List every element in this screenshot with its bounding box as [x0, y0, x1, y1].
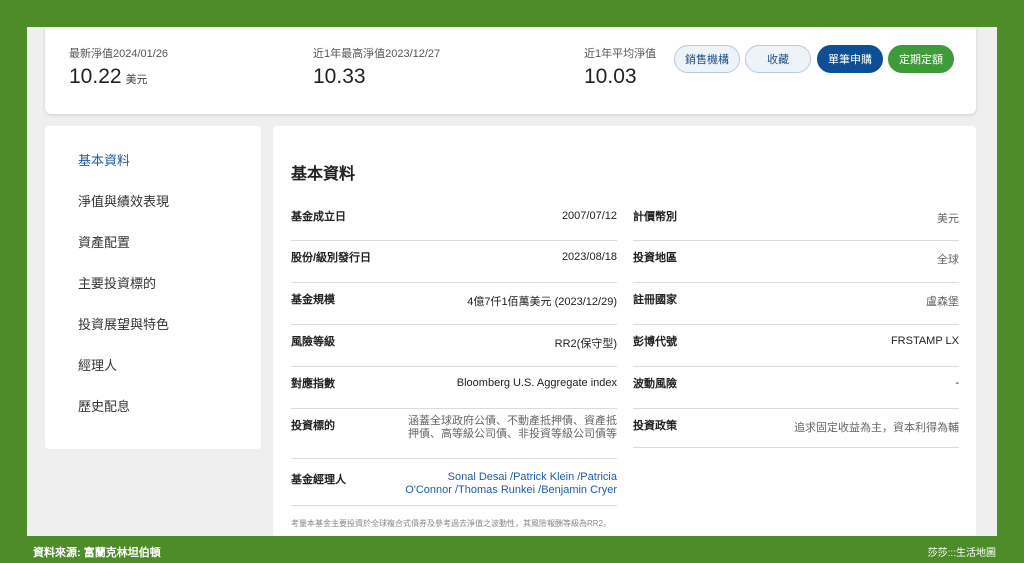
sidebar-item-basic-info[interactable]: 基本資料: [78, 150, 130, 169]
sidebar-item-outlook[interactable]: 投資展望與特色: [78, 314, 169, 333]
manager-links[interactable]: Sonal Desai /Patrick Klein /Patricia O'C…: [405, 471, 617, 497]
row-label: 基金規模: [291, 294, 335, 306]
table-row: 註冊國家 盧森堡: [633, 283, 959, 325]
year-avg-nav-value: 10.03: [584, 65, 637, 88]
table-row: 基金成立日 2007/07/12: [291, 200, 617, 241]
row-value-line: 涵蓋全球政府公債、不動產抵押債、資產抵: [408, 415, 617, 427]
row-value: 盧森堡: [926, 296, 959, 308]
table-row: 投資地區 全球: [633, 241, 959, 283]
manager-link-line[interactable]: Sonal Desai /Patrick Klein /Patricia: [405, 471, 617, 484]
sidebar-nav: 基本資料 淨值與績效表現 資產配置 主要投資標的 投資展望與特色 經理人 歷史配…: [45, 126, 261, 449]
row-label: 計價幣別: [633, 211, 677, 223]
year-high-nav-stat: 近1年最高淨值2023/12/27 10.33: [313, 45, 440, 89]
row-value: 涵蓋全球政府公債、不動產抵押債、資產抵 押債、高等級公司債、非投資等級公司債等: [408, 415, 617, 441]
latest-nav-number: 10.22: [69, 65, 122, 88]
row-value: RR2(保守型): [554, 338, 617, 350]
table-row: 基金規模 4億7仟1佰萬美元 (2023/12/29): [291, 283, 617, 325]
year-avg-nav-label: 近1年平均淨值: [584, 48, 657, 60]
row-value: 全球: [937, 254, 959, 266]
latest-nav-value: 10.22 美元: [69, 65, 168, 89]
table-row: 波動風險 -: [633, 367, 959, 409]
latest-nav-label: 最新淨值2024/01/26: [69, 48, 169, 60]
row-label: 股份/級別發行日: [291, 252, 372, 264]
row-label: 波動風險: [633, 378, 677, 390]
row-label: 風險等級: [291, 336, 335, 348]
row-label: 基金成立日: [291, 211, 346, 223]
year-high-nav-label: 近1年最高淨值2023/12/27: [313, 48, 441, 60]
year-high-nav-value: 10.33: [313, 65, 366, 88]
latest-nav-unit: 美元: [125, 74, 148, 86]
row-label: 註冊國家: [633, 294, 677, 306]
risk-footnote: 考量本基金主要投資於全球複合式債券及參考過去淨值之波動性，其風險報酬等級為RR2…: [291, 519, 611, 528]
row-value: 美元: [937, 213, 959, 225]
sidebar-item-asset-allocation[interactable]: 資產配置: [78, 232, 130, 251]
basic-info-panel: 基本資料 基金成立日 2007/07/12 股份/級別發行日 2023/08/1…: [273, 126, 976, 536]
sales-agency-button[interactable]: 銷售機構: [674, 45, 740, 73]
sidebar-item-manager[interactable]: 經理人: [78, 355, 117, 374]
row-label: 投資標的: [291, 420, 335, 432]
sidebar-item-dividend-history[interactable]: 歷史配息: [78, 396, 130, 415]
table-row: 對應指數 Bloomberg U.S. Aggregate index: [291, 367, 617, 409]
row-label: 基金經理人: [291, 474, 346, 486]
table-row: 投資標的 涵蓋全球政府公債、不動產抵押債、資產抵 押債、高等級公司債、非投資等級…: [291, 409, 617, 459]
row-value: FRSTAMP LX: [890, 335, 959, 347]
source-caption: 資料來源: 富蘭克林坦伯頓: [33, 547, 161, 559]
regular-plan-button[interactable]: 定期定額: [888, 45, 954, 73]
nav-summary-card: 最新淨值2024/01/26 10.22 美元 近1年最高淨值2023/12/27…: [45, 27, 976, 114]
row-label: 對應指數: [291, 378, 335, 390]
table-row: 計價幣別 美元: [633, 200, 959, 241]
sidebar-item-performance[interactable]: 淨值與績效表現: [78, 191, 169, 210]
row-value: 2023/08/18: [561, 251, 617, 263]
row-label: 投資地區: [633, 252, 677, 264]
row-value: 4億7仟1佰萬美元 (2023/12/29): [467, 296, 617, 308]
page-frame: 最新淨值2024/01/26 10.22 美元 近1年最高淨值2023/12/27…: [27, 27, 997, 536]
row-label: 彭博代號: [633, 336, 677, 348]
sidebar-item-top-holdings[interactable]: 主要投資標的: [78, 273, 156, 292]
credit-caption: 莎莎:::生活地圖: [927, 548, 996, 559]
row-label: 投資政策: [633, 420, 677, 432]
favorite-button[interactable]: 收藏: [745, 45, 811, 73]
single-purchase-button[interactable]: 單筆申購: [817, 45, 883, 73]
table-row: 股份/級別發行日 2023/08/18: [291, 241, 617, 283]
row-value-line: 押債、高等級公司債、非投資等級公司債等: [408, 428, 617, 440]
row-value: 2007/07/12: [561, 210, 617, 222]
table-row: 投資政策 追求固定收益為主，資本利得為輔: [633, 409, 959, 448]
section-title: 基本資料: [291, 166, 356, 183]
row-value: -: [955, 377, 959, 389]
row-value: 追求固定收益為主，資本利得為輔: [794, 422, 959, 434]
table-row: 基金經理人 Sonal Desai /Patrick Klein /Patric…: [291, 459, 617, 506]
row-value: Bloomberg U.S. Aggregate index: [456, 377, 617, 389]
manager-link-line[interactable]: O'Connor /Thomas Runkei /Benjamin Cryer: [405, 484, 617, 497]
table-row: 彭博代號 FRSTAMP LX: [633, 325, 959, 367]
table-row: 風險等級 RR2(保守型): [291, 325, 617, 367]
year-avg-nav-stat: 近1年平均淨值 10.03: [584, 45, 656, 89]
latest-nav-stat: 最新淨值2024/01/26 10.22 美元: [69, 45, 168, 89]
